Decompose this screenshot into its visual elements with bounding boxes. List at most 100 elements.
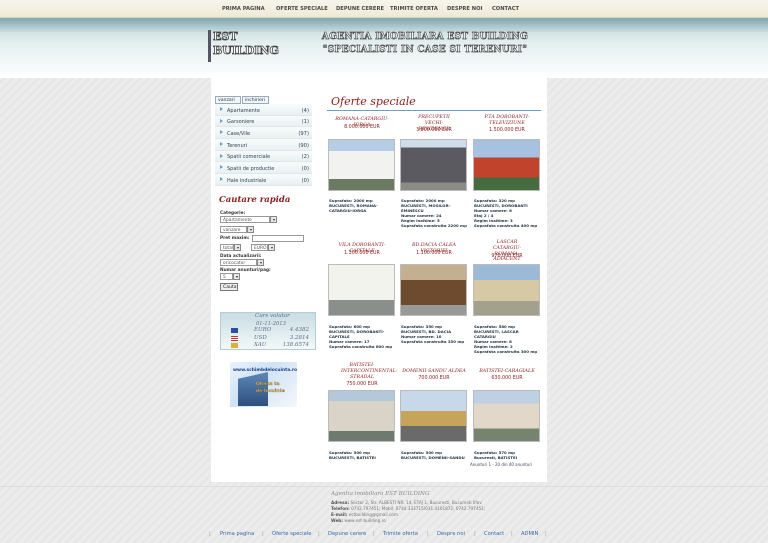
arrow-right-icon bbox=[220, 107, 223, 111]
chevron-down-icon[interactable] bbox=[234, 244, 241, 251]
offer-photo[interactable] bbox=[400, 264, 467, 316]
category-garsoniere[interactable]: Garsoniere (1) bbox=[215, 115, 312, 128]
category-spatii-comerciale[interactable]: Spatii comerciale (2) bbox=[215, 150, 312, 163]
nav-trimite-oferta[interactable]: TRIMITE OFERTA bbox=[390, 6, 438, 12]
category-terenuri[interactable]: Terenuri (90) bbox=[215, 139, 312, 151]
page-title: Oferte speciale bbox=[331, 95, 416, 108]
offer-photo[interactable] bbox=[328, 264, 395, 316]
chevron-down-icon[interactable] bbox=[257, 259, 264, 266]
offer-details: Suprafata: 320 mp BUCURESTI, DOROBANTI N… bbox=[474, 198, 542, 228]
offer-card[interactable]: LASCAR CATARGIU-ROMANA-ADIACENT 970.000 … bbox=[472, 240, 542, 354]
offer-photo[interactable] bbox=[473, 264, 540, 316]
tab-inchirieri[interactable]: inchirieri bbox=[242, 96, 269, 104]
nav-contact[interactable]: CONTACT bbox=[492, 6, 519, 12]
nav-depune-cerere[interactable]: DEPUNE CERERE bbox=[336, 6, 384, 12]
pagination-info: Anunturi 1 - 20 din 40 anunturi bbox=[470, 462, 533, 467]
arrow-right-icon bbox=[220, 165, 223, 170]
footer-nav-contact[interactable]: Contact bbox=[484, 531, 504, 537]
category-count: (0) bbox=[301, 165, 309, 172]
footer-navigation: | Prima pagina | Oferte speciale | Depun… bbox=[0, 529, 768, 541]
category-case-vile[interactable]: Case/Vile (97) bbox=[215, 127, 312, 140]
category-spatii-productie[interactable]: Spatii de productie (0) bbox=[215, 162, 312, 175]
offer-price: 700.000 EUR bbox=[418, 376, 450, 381]
offer-title[interactable]: BATISTEI-CARAGIALE bbox=[472, 369, 542, 375]
offer-title[interactable]: BATISTEI-INTERCONTINENTAL-STRADAL bbox=[327, 363, 397, 380]
nav-prima-pagina[interactable]: PRIMA PAGINA bbox=[222, 6, 265, 12]
pret-input[interactable] bbox=[252, 235, 304, 242]
email-value[interactable]: estbuilding@gmail.com bbox=[349, 512, 398, 517]
total-select[interactable]: total bbox=[220, 244, 234, 251]
ad-line-1: Oferta ta bbox=[256, 382, 280, 387]
footer-nav-depune-cerere[interactable]: Depune cerere bbox=[328, 531, 366, 537]
offer-price: 1.100.000 EUR bbox=[416, 251, 452, 256]
currency-value: 138.6574 bbox=[282, 342, 309, 348]
nav-despre-noi[interactable]: DESPRE NOI bbox=[447, 6, 482, 12]
category-apartamente[interactable]: Apartamente (4) bbox=[215, 104, 312, 116]
title-divider bbox=[327, 110, 541, 111]
nav-oferte-speciale[interactable]: OFERTE SPECIALE bbox=[276, 6, 328, 12]
logo[interactable]: EST BUILDING bbox=[208, 30, 292, 62]
category-label: Garsoniere bbox=[227, 119, 255, 126]
web-value[interactable]: www.est-building.ro bbox=[344, 518, 385, 523]
ad-banner[interactable]: www.schimbdelocuinta.ro Oferta ta de loc… bbox=[230, 362, 297, 407]
offer-card[interactable]: PRECUPETII VECHI-RESIDENCE 3.800.000 EUR… bbox=[399, 115, 469, 228]
offer-details: Suprafata: 580 mp BUCURESTI, LASCAR CATA… bbox=[474, 324, 542, 354]
search-button[interactable]: Cauta bbox=[220, 283, 238, 291]
footer-nav-admin[interactable]: ADMIN bbox=[521, 531, 538, 537]
web-label: Web: bbox=[331, 518, 343, 523]
offer-photo[interactable] bbox=[400, 139, 467, 191]
chevron-down-icon[interactable] bbox=[268, 244, 275, 251]
arrow-right-icon bbox=[220, 118, 223, 123]
offer-title[interactable]: P.TA DOROBANTI-TELEVIZIUNE bbox=[472, 115, 542, 127]
offer-card[interactable]: BATISTEI-INTERCONTINENTAL-STRADAL 750.00… bbox=[327, 363, 397, 475]
footer-nav-oferte-speciale[interactable]: Oferte speciale bbox=[272, 531, 311, 537]
per-page-select[interactable]: 5 bbox=[220, 273, 233, 280]
offer-price: 1.500.000 EUR bbox=[489, 128, 525, 133]
offer-title[interactable]: DOMENII-SANDU ALDEA bbox=[399, 369, 469, 375]
tab-vanzari[interactable]: vanzari bbox=[215, 96, 241, 104]
chevron-down-icon[interactable] bbox=[247, 226, 254, 233]
category-label: Apartamente bbox=[227, 107, 260, 114]
offer-card[interactable]: ROMANA-CATARGIU-IORGA 8.000.000 EUR Supr… bbox=[327, 117, 397, 229]
footer-web: Web: www.est-building.ro bbox=[331, 518, 386, 523]
footer-address: Adresa: Sector 2, Str. ALBESTI NR. 14, E… bbox=[331, 500, 482, 505]
offer-card[interactable]: DOMENII-SANDU ALDEA 700.000 EUR Suprafat… bbox=[399, 369, 469, 481]
offer-price: 8.000.000 EUR bbox=[344, 125, 380, 130]
gold-bar-icon bbox=[231, 343, 238, 348]
currency-value: 4.4382 bbox=[289, 327, 309, 333]
phone-value: 0742.797451; Mobil: 0744.333715/031.4101… bbox=[351, 506, 486, 511]
category-hale-industriale[interactable]: Hale industriale (0) bbox=[215, 174, 312, 186]
category-count: (90) bbox=[298, 142, 309, 149]
currency-name: EURO bbox=[254, 327, 272, 333]
offer-photo[interactable] bbox=[328, 390, 395, 442]
detail-line: BUCURESTI, DOMENII-SANDU bbox=[401, 455, 465, 460]
offer-title[interactable]: LASCAR CATARGIU-ROMANA-ADIACENT bbox=[472, 240, 542, 263]
offer-photo[interactable] bbox=[473, 390, 540, 442]
offer-photo[interactable] bbox=[328, 139, 395, 191]
offer-price: 970.000 EUR bbox=[491, 254, 523, 259]
phone-label: Telefon: bbox=[331, 506, 350, 511]
offer-card[interactable]: VILA DOROBANTI-CAPITALE 1.300.000 EUR Su… bbox=[327, 243, 397, 355]
tip-select[interactable]: vanzare bbox=[220, 226, 247, 233]
category-list: Apartamente (4) Garsoniere (1) Case/Vile (9… bbox=[215, 104, 312, 186]
currency-row-usd: USD 3.2814 bbox=[231, 335, 311, 342]
offer-card[interactable]: P.TA DOROBANTI-TELEVIZIUNE 1.500.000 EUR… bbox=[472, 115, 542, 228]
categorie-select[interactable]: Apartamente bbox=[220, 216, 270, 223]
offer-card[interactable]: BD.DACIA-CALEA VICTORIEI 1.100.000 EUR S… bbox=[399, 243, 469, 355]
footer-nav-trimite-oferta[interactable]: Trimite oferta bbox=[383, 531, 418, 537]
separator: | bbox=[318, 531, 320, 537]
footer-nav-despre-noi[interactable]: Despre noi bbox=[437, 531, 465, 537]
currency-title: Curs valutar bbox=[255, 313, 290, 319]
date-select[interactable]: oricocator bbox=[220, 259, 257, 266]
us-flag-icon bbox=[231, 335, 238, 341]
chevron-down-icon[interactable] bbox=[233, 273, 240, 280]
chevron-down-icon[interactable] bbox=[270, 216, 277, 223]
offer-photo[interactable] bbox=[473, 139, 540, 191]
footer-nav-prima-pagina[interactable]: Prima pagina bbox=[220, 531, 254, 537]
offer-price: 3.800.000 EUR bbox=[416, 128, 452, 133]
offer-details: Suprafata: 2000 mp BUCURESTI, ROMANA- CA… bbox=[329, 198, 397, 213]
category-label: Hale industriale bbox=[227, 177, 267, 184]
offer-details: Suprafata: 570 mp Bucuresti, BATISTEI bbox=[474, 450, 542, 460]
currency-select[interactable]: EURO bbox=[251, 244, 268, 251]
offer-photo[interactable] bbox=[400, 390, 467, 442]
